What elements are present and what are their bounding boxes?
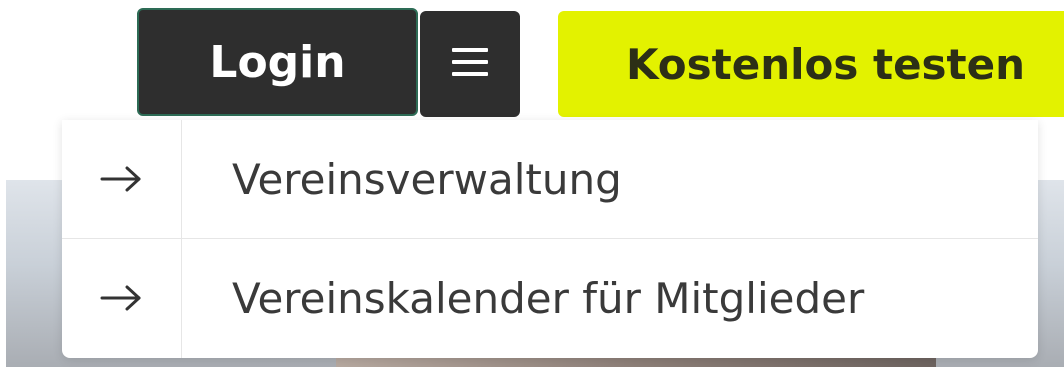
hamburger-menu-icon — [451, 45, 489, 83]
menu-item-vereinsverwaltung[interactable]: Vereinsverwaltung — [62, 120, 1038, 238]
arrow-right-icon — [62, 120, 180, 238]
menu-item-vereinskalender[interactable]: Vereinskalender für Mitglieder — [62, 239, 1038, 357]
dropdown-menu: Vereinsverwaltung Vereinskalender für Mi… — [62, 120, 1038, 358]
menu-item-label: Vereinskalender für Mitglieder — [232, 273, 865, 323]
menu-toggle-button[interactable] — [420, 11, 520, 117]
login-button[interactable]: Login — [137, 8, 418, 116]
free-trial-button[interactable]: Kostenlos testen — [558, 11, 1064, 117]
arrow-right-icon — [62, 239, 180, 357]
menu-item-label: Vereinsverwaltung — [232, 154, 622, 204]
